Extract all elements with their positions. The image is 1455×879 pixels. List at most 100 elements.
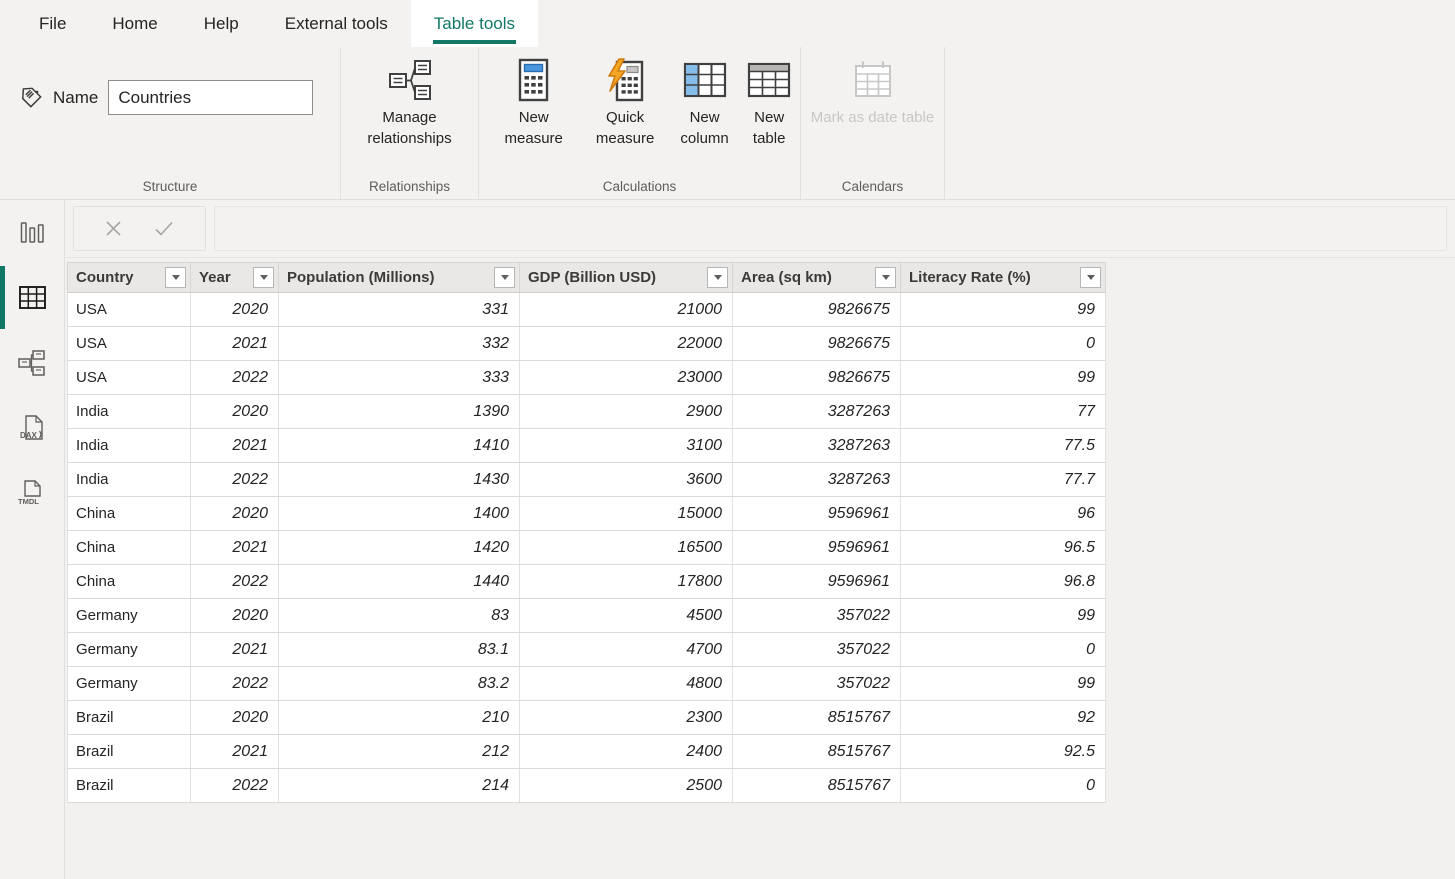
cell[interactable]: 2022: [191, 667, 279, 701]
model-view-button[interactable]: [0, 330, 64, 395]
cell[interactable]: 2021: [191, 633, 279, 667]
cell[interactable]: 2021: [191, 735, 279, 769]
cell[interactable]: 15000: [520, 497, 733, 531]
cell[interactable]: USA: [68, 293, 191, 327]
cell[interactable]: 9826675: [733, 327, 901, 361]
cell[interactable]: 1390: [279, 395, 520, 429]
table-name-input[interactable]: [108, 80, 313, 115]
cell[interactable]: 21000: [520, 293, 733, 327]
menu-file[interactable]: File: [16, 0, 89, 47]
menu-home[interactable]: Home: [89, 0, 180, 47]
filter-dropdown-button[interactable]: [875, 267, 896, 288]
cell[interactable]: 92: [901, 701, 1106, 735]
cell[interactable]: 3287263: [733, 463, 901, 497]
column-header[interactable]: Year: [191, 263, 279, 293]
column-header[interactable]: GDP (Billion USD): [520, 263, 733, 293]
cell[interactable]: 357022: [733, 667, 901, 701]
cell[interactable]: Germany: [68, 633, 191, 667]
cell[interactable]: 2021: [191, 531, 279, 565]
data-view-button[interactable]: [0, 265, 64, 330]
filter-dropdown-button[interactable]: [494, 267, 515, 288]
menu-help[interactable]: Help: [181, 0, 262, 47]
cell[interactable]: 332: [279, 327, 520, 361]
cell[interactable]: 357022: [733, 599, 901, 633]
cell[interactable]: 2020: [191, 293, 279, 327]
cell[interactable]: 83: [279, 599, 520, 633]
cancel-formula-button[interactable]: [105, 220, 122, 237]
cell[interactable]: 0: [901, 633, 1106, 667]
filter-dropdown-button[interactable]: [165, 267, 186, 288]
cell[interactable]: 96: [901, 497, 1106, 531]
cell[interactable]: Germany: [68, 599, 191, 633]
cell[interactable]: Brazil: [68, 769, 191, 803]
cell[interactable]: China: [68, 497, 191, 531]
cell[interactable]: 3287263: [733, 429, 901, 463]
cell[interactable]: 1400: [279, 497, 520, 531]
cell[interactable]: USA: [68, 361, 191, 395]
cell[interactable]: 8515767: [733, 735, 901, 769]
cell[interactable]: India: [68, 463, 191, 497]
new-table-button[interactable]: New table: [738, 47, 800, 149]
cell[interactable]: 83.1: [279, 633, 520, 667]
formula-input[interactable]: [214, 206, 1447, 251]
tmdl-view-button[interactable]: TMDL: [0, 460, 64, 525]
dax-query-view-button[interactable]: DAX: [0, 395, 64, 460]
column-header[interactable]: Population (Millions): [279, 263, 520, 293]
manage-relationships-button[interactable]: Manage relationships: [341, 47, 478, 149]
cell[interactable]: 9826675: [733, 293, 901, 327]
cell[interactable]: 83.2: [279, 667, 520, 701]
cell[interactable]: 96.8: [901, 565, 1106, 599]
filter-dropdown-button[interactable]: [1080, 267, 1101, 288]
column-header[interactable]: Area (sq km): [733, 263, 901, 293]
cell[interactable]: China: [68, 565, 191, 599]
cell[interactable]: 357022: [733, 633, 901, 667]
cell[interactable]: Brazil: [68, 735, 191, 769]
cell[interactable]: 96.5: [901, 531, 1106, 565]
cell[interactable]: 2900: [520, 395, 733, 429]
cell[interactable]: 9826675: [733, 361, 901, 395]
filter-dropdown-button[interactable]: [707, 267, 728, 288]
cell[interactable]: 99: [901, 293, 1106, 327]
commit-formula-button[interactable]: [154, 220, 174, 237]
cell[interactable]: 99: [901, 667, 1106, 701]
cell[interactable]: 9596961: [733, 497, 901, 531]
cell[interactable]: Germany: [68, 667, 191, 701]
cell[interactable]: 2021: [191, 327, 279, 361]
cell[interactable]: 2300: [520, 701, 733, 735]
cell[interactable]: 2020: [191, 599, 279, 633]
cell[interactable]: 3600: [520, 463, 733, 497]
column-header[interactable]: Country: [68, 263, 191, 293]
report-view-button[interactable]: [0, 200, 64, 265]
cell[interactable]: 77.7: [901, 463, 1106, 497]
cell[interactable]: 1420: [279, 531, 520, 565]
cell[interactable]: 2021: [191, 429, 279, 463]
cell[interactable]: 0: [901, 327, 1106, 361]
new-column-button[interactable]: New column: [671, 47, 739, 149]
cell[interactable]: 331: [279, 293, 520, 327]
new-measure-button[interactable]: New measure: [488, 47, 579, 149]
cell[interactable]: 0: [901, 769, 1106, 803]
mark-as-date-table-button[interactable]: Mark as date table: [801, 47, 944, 128]
cell[interactable]: 1410: [279, 429, 520, 463]
cell[interactable]: India: [68, 429, 191, 463]
cell[interactable]: 333: [279, 361, 520, 395]
cell[interactable]: 1430: [279, 463, 520, 497]
cell[interactable]: 2020: [191, 395, 279, 429]
cell[interactable]: 3287263: [733, 395, 901, 429]
menu-external-tools[interactable]: External tools: [262, 0, 411, 47]
tab-table-tools[interactable]: Table tools: [411, 0, 538, 47]
quick-measure-button[interactable]: Quick measure: [579, 47, 670, 149]
cell[interactable]: 4500: [520, 599, 733, 633]
cell[interactable]: 4700: [520, 633, 733, 667]
cell[interactable]: 1440: [279, 565, 520, 599]
cell[interactable]: 99: [901, 599, 1106, 633]
filter-dropdown-button[interactable]: [253, 267, 274, 288]
cell[interactable]: 16500: [520, 531, 733, 565]
cell[interactable]: 2022: [191, 361, 279, 395]
cell[interactable]: 17800: [520, 565, 733, 599]
cell[interactable]: 99: [901, 361, 1106, 395]
cell[interactable]: 4800: [520, 667, 733, 701]
cell[interactable]: 2400: [520, 735, 733, 769]
cell[interactable]: Brazil: [68, 701, 191, 735]
cell[interactable]: 2020: [191, 497, 279, 531]
